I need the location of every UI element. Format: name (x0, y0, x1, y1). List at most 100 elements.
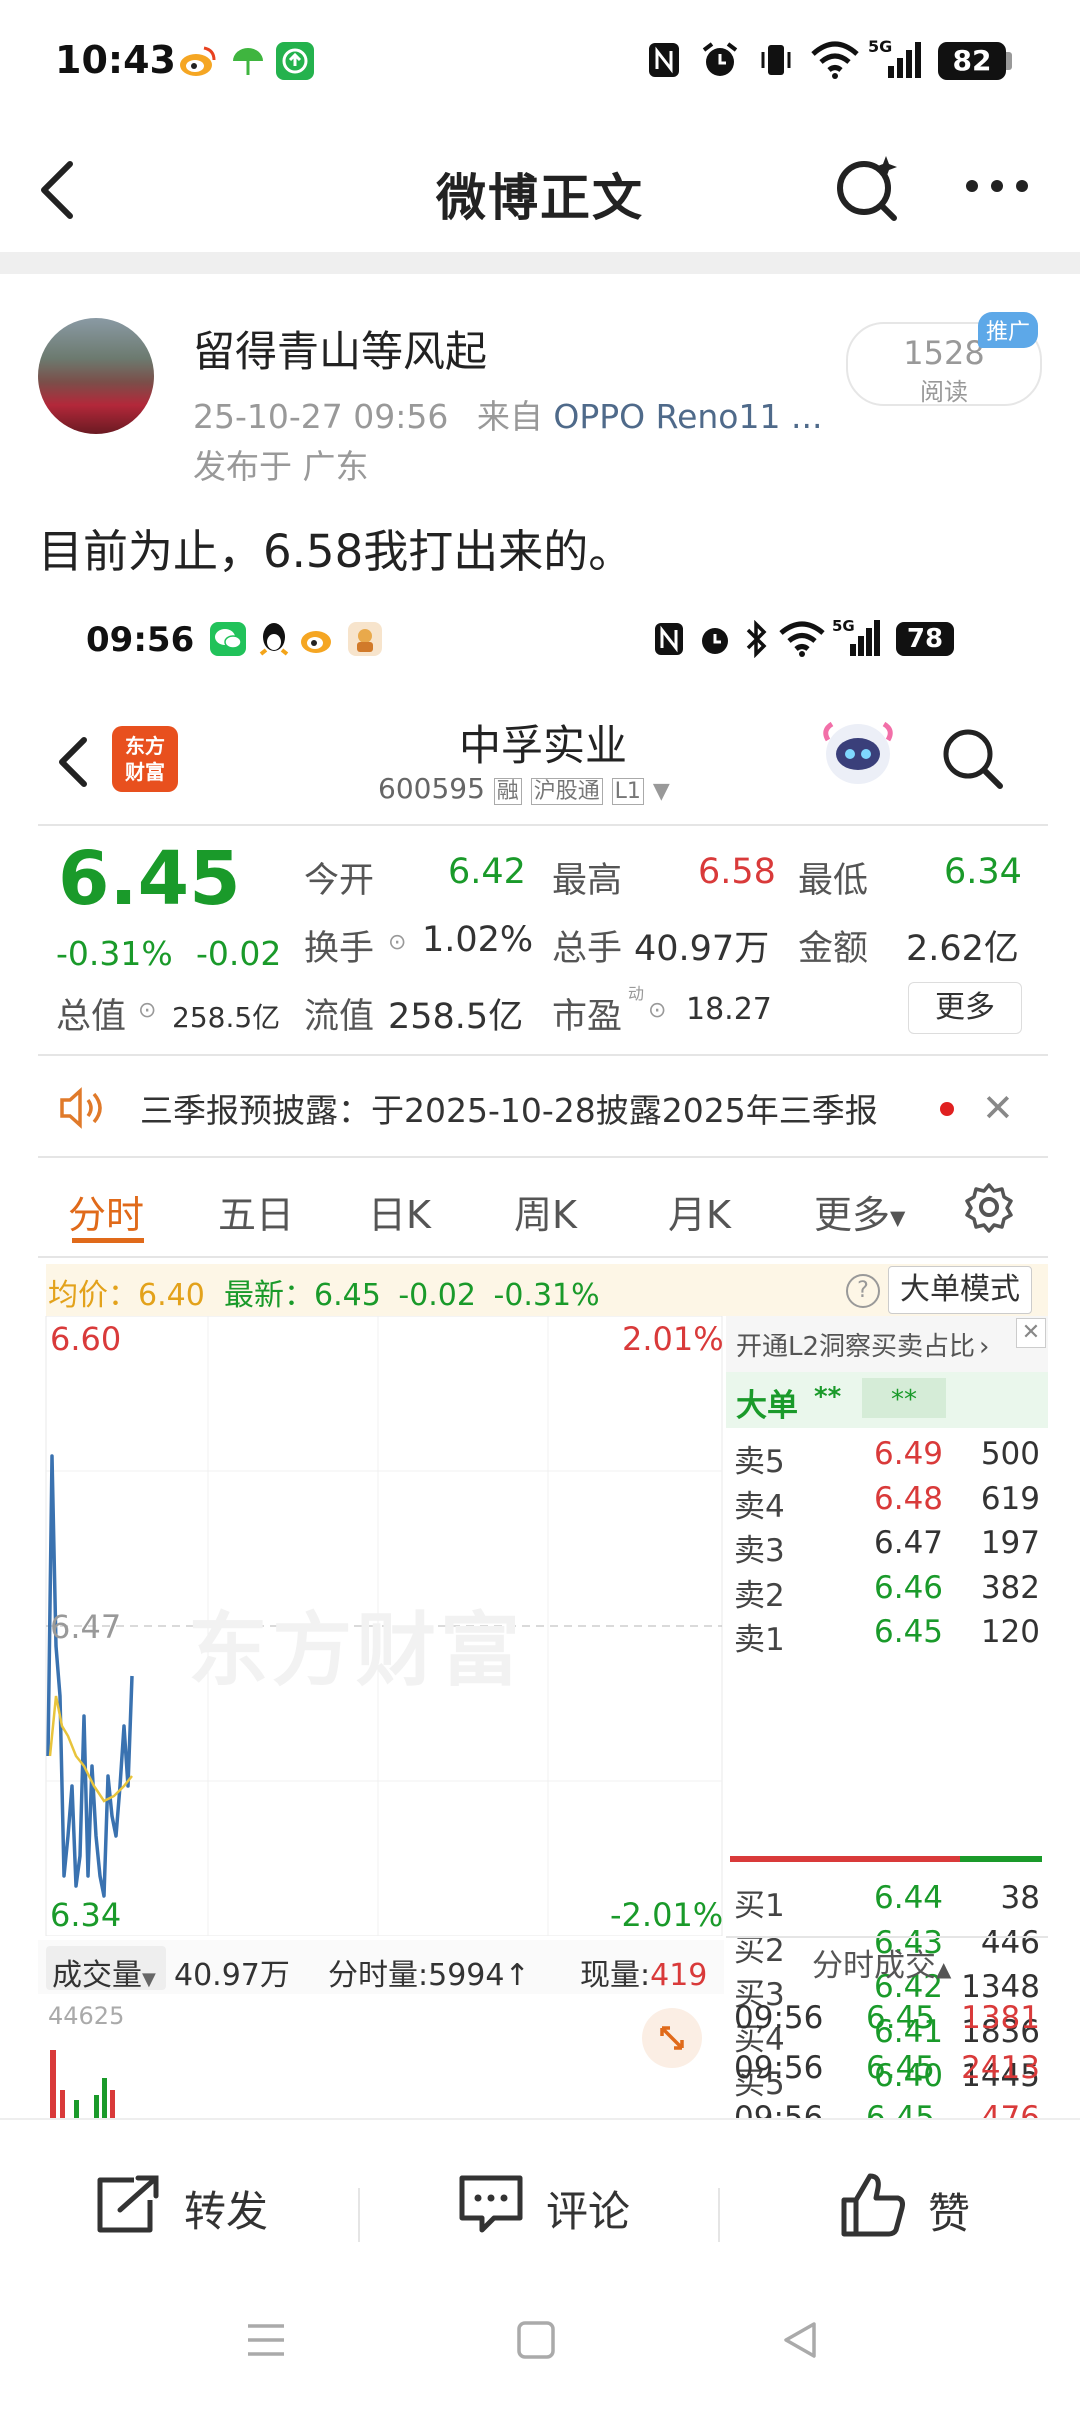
author-name[interactable]: 留得青山等风起 (193, 318, 487, 379)
inner-status-time: 09:56 (86, 620, 195, 660)
high-label: 最高 (552, 861, 623, 901)
close-banner-icon[interactable]: ✕ (1016, 1318, 1046, 1348)
post-image[interactable]: 09:56 5G 78 东方 财富 中孚实业 600595 融 沪股通 L1 ▼… (38, 600, 1048, 2120)
latest-change: -0.02 (398, 1278, 476, 1313)
robot-assistant-icon[interactable] (818, 710, 898, 796)
tick-row: 09:56 6.45 2413 (726, 2048, 1048, 2094)
tab-daily-k[interactable]: 日K (368, 1184, 431, 1239)
sell-row: 卖2 6.46 382 (726, 1568, 1048, 1614)
cellular-5g-icon: 5G (868, 36, 924, 82)
home-nav-icon[interactable] (516, 2320, 556, 2360)
sell-row: 卖3 6.47 197 (726, 1523, 1048, 1569)
tab-more-caret-icon: ▼ (890, 1205, 906, 1230)
menu-nav-icon[interactable] (246, 2322, 286, 2358)
avatar[interactable] (38, 318, 154, 434)
stock-code-row[interactable]: 600595 融 沪股通 L1 ▼ (378, 772, 670, 805)
header-divider (38, 824, 1048, 826)
volume-selector-caret-icon: ▼ (142, 1969, 156, 1990)
buy-volume: 446 (980, 1924, 1040, 1961)
more-icon[interactable] (962, 168, 1032, 204)
tag-margin: 融 (493, 778, 522, 805)
float-value: 258.5亿 (388, 997, 524, 1037)
sell-volume: 120 (980, 1614, 1040, 1650)
repost-icon (97, 2175, 159, 2233)
volume-total: 40.97万 (174, 1958, 290, 1993)
amount-value: 2.62亿 (906, 929, 1019, 969)
sell-price: 6.47 (874, 1525, 944, 1561)
tab-weekly-k[interactable]: 周K (514, 1184, 577, 1239)
wechat-icon (210, 622, 246, 656)
stock-code: 600595 (378, 772, 485, 805)
big-order-value-2: ** (862, 1378, 946, 1418)
stock-search-icon[interactable] (938, 724, 1008, 794)
thumbs-up-icon (841, 2173, 905, 2237)
info-icon[interactable]: ⊙ (388, 930, 406, 955)
sell-row: 卖5 6.49 500 (726, 1434, 1048, 1480)
like-label: 赞 (928, 2189, 971, 2238)
tick-volume: 476 (980, 2100, 1040, 2120)
open-value: 6.42 (448, 852, 526, 892)
page-title: 微博正文 (436, 169, 644, 227)
tick-time: 09:56 (734, 2050, 824, 2086)
volume-selector[interactable]: 成交量▼ (46, 1946, 166, 1993)
tick-price: 6.45 (866, 2000, 936, 2036)
tick-volume: 1381 (961, 2000, 1040, 2036)
pe-label: 市盈 (552, 997, 623, 1037)
pe-info-icon[interactable]: ⊙ (648, 998, 666, 1023)
expand-chart-icon[interactable] (642, 2008, 702, 2068)
buy-volume: 38 (1000, 1880, 1040, 1916)
buy-level-label: 买2 (734, 1932, 785, 1969)
volume-label: 总手 (552, 929, 623, 969)
svg-text:5G: 5G (868, 37, 892, 56)
qq-icon (258, 620, 290, 658)
comment-label: 评论 (546, 2187, 631, 2236)
tab-five-day[interactable]: 五日 (218, 1184, 294, 1239)
ticks-header[interactable]: 分时成交▲ (812, 1940, 951, 1985)
l2-banner-text[interactable]: 开通L2洞察买卖占比 › (736, 1326, 989, 1363)
dropdown-caret-icon[interactable]: ▼ (653, 779, 670, 804)
more-stats-button[interactable]: 更多 (908, 982, 1022, 1034)
tab-intraday[interactable]: 分时 (68, 1184, 144, 1239)
sell-level-label: 卖3 (734, 1533, 785, 1569)
post-source[interactable]: OPPO Reno11 ... (553, 397, 822, 436)
alarm-icon (700, 40, 740, 80)
big-order-value-1: ** (814, 1382, 842, 1412)
tab-more[interactable]: 更多▼ (814, 1184, 905, 1239)
divider (358, 2188, 360, 2242)
repost-button[interactable]: 转发 (94, 2172, 268, 2236)
notice-text[interactable]: 三季报预披露：于2025-10-28披露2025年三季报 (140, 1084, 878, 1132)
tag-connect: 沪股通 (530, 778, 603, 805)
close-notice-icon[interactable]: ✕ (982, 1086, 1014, 1130)
notice-divider (38, 1156, 1048, 1158)
large-order-mode-button[interactable]: 大单模式 (888, 1266, 1032, 1314)
wifi-icon (810, 40, 860, 80)
volume-bar-2 (60, 2090, 65, 2120)
pct-axis-bottom: -2.01% (610, 1896, 724, 1934)
tab-monthly-k[interactable]: 月K (668, 1184, 731, 1239)
current-volume-value: 419 (650, 1958, 708, 1993)
sell-ratio-bar (730, 1856, 960, 1862)
intraday-chart[interactable]: 东方财富 6.60 6.47 6.34 2.01% -2.01% (38, 1315, 724, 1937)
current-price: 6.45 (58, 836, 241, 922)
search-spark-icon[interactable] (832, 150, 904, 222)
back-nav-icon[interactable] (780, 2320, 820, 2360)
quote-divider (38, 1054, 1048, 1056)
sell-level-label: 卖2 (734, 1577, 785, 1614)
help-icon[interactable]: ? (846, 1274, 880, 1308)
avg-label: 均价： (48, 1278, 138, 1313)
volume-bar-4 (94, 2095, 99, 2120)
pe-value: 18.27 (686, 992, 772, 1027)
mktcap-info-icon[interactable]: ⊙ (138, 998, 156, 1023)
comment-button[interactable]: 评论 (456, 2172, 636, 2236)
action-bar: 转发 评论 赞 (0, 2120, 1080, 2280)
weibo-notification-icon (178, 42, 218, 80)
repost-label: 转发 (184, 2187, 269, 2236)
y-axis-mid: 6.47 (50, 1608, 122, 1646)
y-axis-top: 6.60 (50, 1320, 122, 1358)
inner-battery: 78 (896, 622, 954, 656)
like-button[interactable]: 赞 (838, 2170, 998, 2240)
tab-more-label: 更多 (814, 1193, 891, 1237)
low-label: 最低 (798, 861, 869, 901)
settings-gear-icon[interactable] (962, 1180, 1016, 1234)
status-time: 10:43 (55, 38, 176, 82)
